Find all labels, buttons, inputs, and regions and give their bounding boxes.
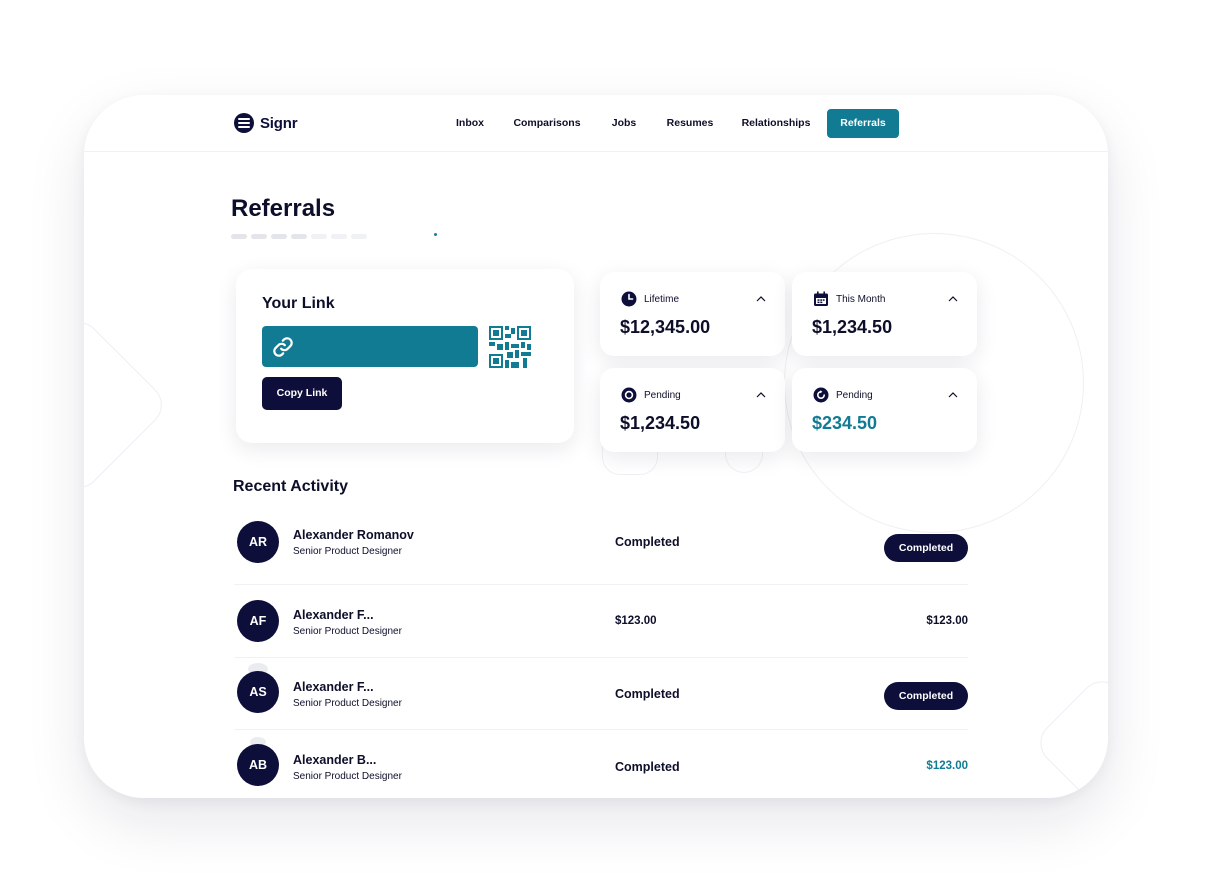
activity-row[interactable]: AS Alexander F... Senior Product Designe… xyxy=(234,658,968,730)
qr-code-icon[interactable] xyxy=(489,326,531,368)
person-role: Senior Product Designer xyxy=(293,771,402,782)
stat-value: $12,345.00 xyxy=(620,317,711,337)
status-badge[interactable]: Completed xyxy=(884,682,968,710)
decorative-diamond xyxy=(84,313,171,497)
stat-value: $1,234.50 xyxy=(620,413,701,433)
stat-card-lifetime[interactable]: Lifetime $12,345.00 xyxy=(600,272,785,356)
person-name: Alexander B... xyxy=(293,753,377,767)
avatar: AR xyxy=(237,521,279,563)
top-navbar: Signr Inbox Comparisons Jobs Resumes Rel… xyxy=(84,95,1108,152)
logo-text: Signr xyxy=(260,114,298,132)
stat-card-pending[interactable]: Pending $1,234.50 xyxy=(600,368,785,452)
stat-label: Pending xyxy=(836,390,873,401)
avatar: AS xyxy=(237,671,279,713)
copy-link-button[interactable]: Copy Link xyxy=(262,377,342,410)
link-icon xyxy=(273,337,293,357)
stat-value: $1,234.50 xyxy=(812,317,893,337)
logo[interactable]: Signr xyxy=(234,113,298,133)
person-name: Alexander F... xyxy=(293,680,374,694)
nav-inbox[interactable]: Inbox xyxy=(446,109,494,138)
avatar: AF xyxy=(237,600,279,642)
page-title: Referrals xyxy=(231,195,336,222)
person-name: Alexander F... xyxy=(293,608,374,622)
refresh-icon xyxy=(813,387,829,403)
chevron-up-icon[interactable] xyxy=(947,293,959,305)
stat-label: Lifetime xyxy=(644,294,680,305)
person-name: Alexander Romanov xyxy=(293,528,414,542)
your-link-heading: Your Link xyxy=(262,295,335,312)
person-role: Senior Product Designer xyxy=(293,698,402,709)
nav-jobs[interactable]: Jobs xyxy=(604,109,644,138)
row-amount: $123.00 xyxy=(926,615,968,627)
nav-referrals[interactable]: Referrals xyxy=(827,109,899,138)
pending-icon xyxy=(621,387,637,403)
title-progress-dashes xyxy=(231,234,367,239)
avatar: AB xyxy=(237,744,279,786)
app-window: Signr Inbox Comparisons Jobs Resumes Rel… xyxy=(84,95,1108,798)
referral-link-field[interactable] xyxy=(262,326,478,367)
stat-label: This Month xyxy=(836,294,886,305)
your-link-card: Your Link Copy Link xyxy=(236,269,574,443)
stat-value: $234.50 xyxy=(812,413,878,433)
activity-amount: $123.00 xyxy=(615,615,657,627)
chevron-up-icon[interactable] xyxy=(947,389,959,401)
row-amount: $123.00 xyxy=(926,760,968,772)
activity-status: Completed xyxy=(615,535,680,549)
nav-resumes[interactable]: Resumes xyxy=(662,109,718,138)
stat-card-this-month[interactable]: This Month $1,234.50 xyxy=(792,272,977,356)
chevron-up-icon[interactable] xyxy=(755,293,767,305)
stat-label: Pending xyxy=(644,390,681,401)
activity-status: Completed xyxy=(615,687,680,701)
status-badge[interactable]: Completed xyxy=(884,534,968,562)
logo-mark-icon xyxy=(234,113,254,133)
chevron-up-icon[interactable] xyxy=(755,389,767,401)
stat-card-pending-accent[interactable]: Pending $234.50 xyxy=(792,368,977,452)
activity-row[interactable]: AB Alexander B... Senior Product Designe… xyxy=(234,731,968,798)
nav-comparisons[interactable]: Comparisons xyxy=(509,109,585,138)
activity-row[interactable]: AR Alexander Romanov Senior Product Desi… xyxy=(234,513,968,585)
activity-row[interactable]: AF Alexander F... Senior Product Designe… xyxy=(234,586,968,658)
recent-activity-title: Recent Activity xyxy=(233,478,348,495)
activity-status: Completed xyxy=(615,760,680,774)
nav-relationships[interactable]: Relationships xyxy=(735,109,817,138)
person-role: Senior Product Designer xyxy=(293,626,402,637)
decorative-diamond xyxy=(1031,672,1108,798)
clock-icon xyxy=(621,291,637,307)
person-role: Senior Product Designer xyxy=(293,546,402,557)
decorative-dot xyxy=(434,233,437,236)
calendar-icon xyxy=(814,291,828,306)
